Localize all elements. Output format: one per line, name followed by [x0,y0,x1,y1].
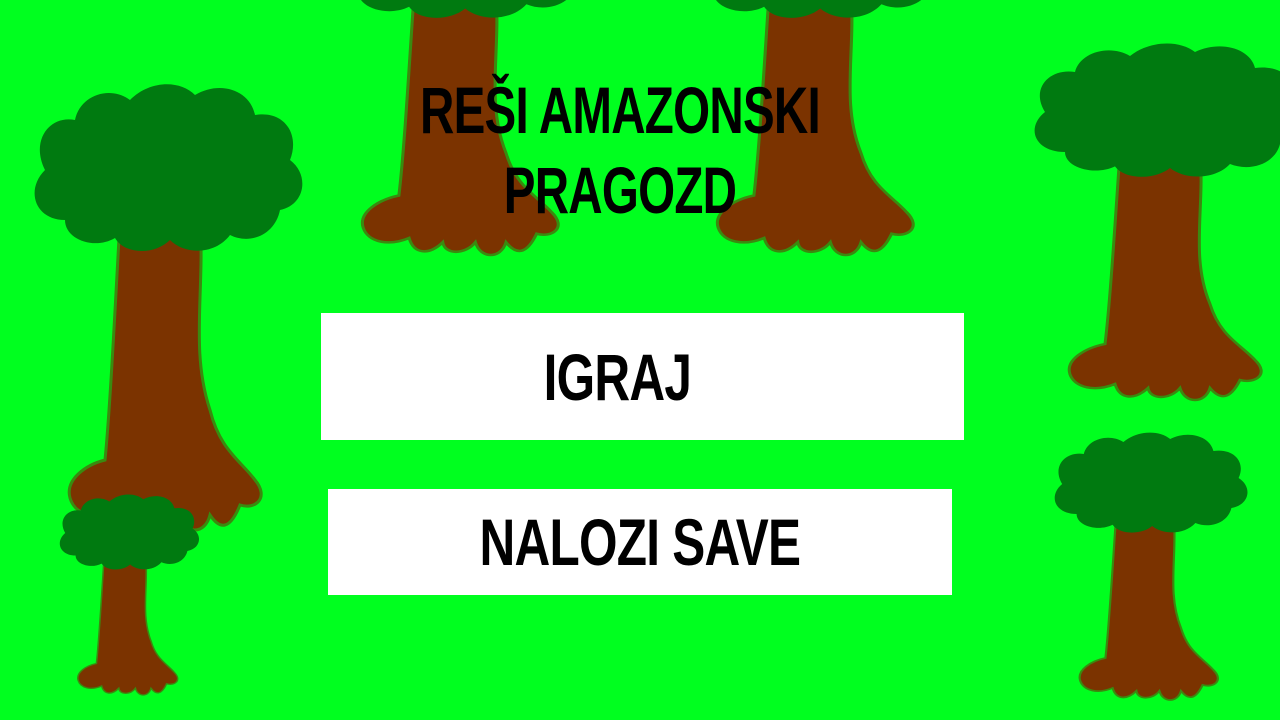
game-title: REŠI AMAZONSKI PRAGOZD [404,70,836,230]
play-button-label: IGRAJ [543,339,692,414]
game-title-line-2: PRAGOZD [503,153,737,227]
tree-graphic [1033,41,1280,402]
tree-graphic [33,82,304,532]
load-save-button-label: NALOZI SAVE [479,505,802,579]
tree-graphic [59,493,200,696]
play-button[interactable]: IGRAJ [321,313,964,440]
tree-graphic [1053,431,1249,702]
game-title-line-1: REŠI AMAZONSKI [419,73,821,147]
load-save-button[interactable]: NALOZI SAVE [328,489,952,595]
